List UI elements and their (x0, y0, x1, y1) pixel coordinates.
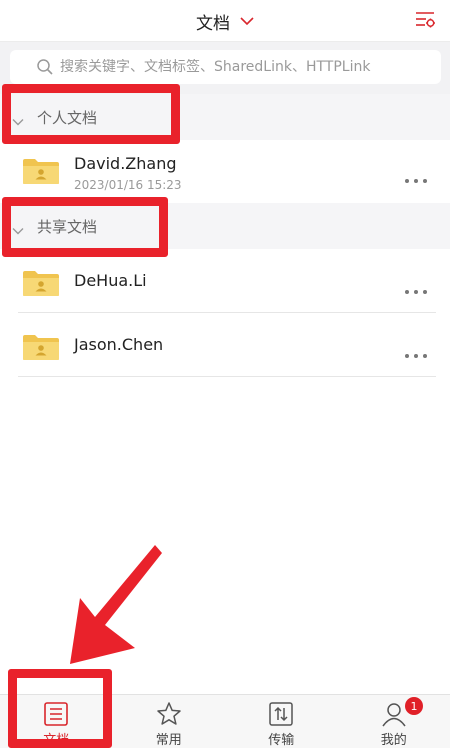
search-bar[interactable] (10, 50, 441, 84)
user-icon (380, 701, 408, 727)
folder-name: David.Zhang (74, 154, 177, 173)
annotation-highlight-box (2, 84, 180, 144)
annotation-highlight-box (2, 197, 168, 257)
tab-transfer[interactable]: 传输 (225, 695, 338, 748)
transfer-icon (267, 701, 295, 727)
more-options-icon[interactable] (404, 169, 428, 183)
more-options-icon[interactable] (404, 344, 428, 358)
page-title: 文档 (196, 13, 230, 34)
search-input[interactable] (60, 59, 441, 75)
notification-badge: 1 (405, 697, 423, 715)
tab-favorites[interactable]: 常用 (113, 695, 226, 748)
top-nav-bar: 文档 (0, 0, 450, 42)
user-folder-icon (22, 157, 60, 185)
user-folder-icon (22, 269, 60, 297)
tab-label: 常用 (155, 733, 182, 748)
annotation-highlight-box (8, 669, 112, 748)
list-item[interactable]: David.Zhang 2023/01/16 15:23 (0, 140, 450, 202)
filter-settings-icon[interactable] (414, 9, 436, 31)
user-folder-icon (22, 333, 60, 361)
search-icon (36, 58, 54, 76)
title-dropdown[interactable]: 文档 (0, 0, 450, 42)
chevron-down-icon (240, 16, 254, 26)
folder-name: DeHua.Li (74, 271, 147, 290)
star-icon (155, 701, 183, 727)
folder-name: Jason.Chen (74, 335, 164, 354)
more-options-icon[interactable] (404, 280, 428, 294)
divider (18, 376, 436, 377)
tab-label: 传输 (268, 733, 295, 748)
list-item[interactable]: Jason.Chen (0, 313, 450, 377)
list-item[interactable]: DeHua.Li (0, 249, 450, 313)
tab-me[interactable]: 1 我的 (338, 695, 450, 748)
folder-date: 2023/01/16 15:23 (74, 178, 182, 192)
tab-label: 我的 (380, 733, 407, 748)
